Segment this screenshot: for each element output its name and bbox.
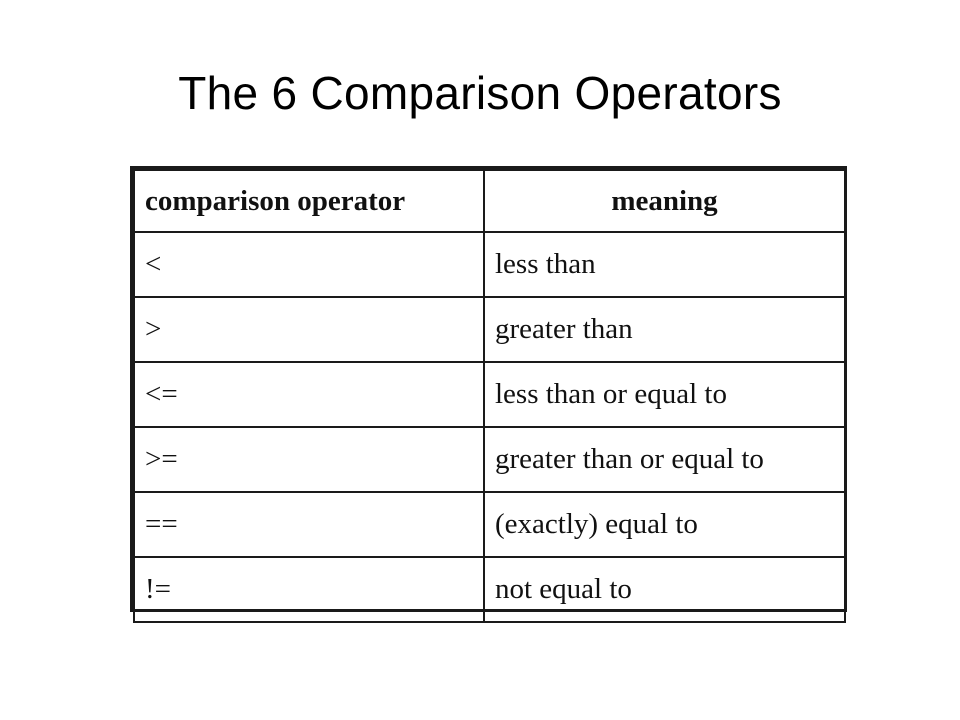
- table-row: != not equal to: [133, 556, 846, 623]
- table-row: <= less than or equal to: [133, 361, 846, 428]
- table-row: > greater than: [133, 296, 846, 363]
- operator-cell: !=: [133, 556, 485, 623]
- slide: The 6 Comparison Operators comparison op…: [0, 0, 960, 720]
- operator-cell: ==: [133, 491, 485, 558]
- header-comparison-operator: comparison operator: [133, 169, 485, 233]
- meaning-cell: less than or equal to: [483, 361, 846, 428]
- table-header-row: comparison operator meaning: [133, 169, 846, 233]
- operator-cell: >: [133, 296, 485, 363]
- slide-title: The 6 Comparison Operators: [178, 67, 782, 119]
- operators-table-frame: comparison operator meaning < less than …: [130, 166, 847, 623]
- meaning-cell: greater than: [483, 296, 846, 363]
- meaning-cell: (exactly) equal to: [483, 491, 846, 558]
- header-meaning: meaning: [483, 169, 846, 233]
- meaning-cell: greater than or equal to: [483, 426, 846, 493]
- operator-cell: <=: [133, 361, 485, 428]
- table-row: < less than: [133, 231, 846, 298]
- operator-cell: <: [133, 231, 485, 298]
- operator-cell: >=: [133, 426, 485, 493]
- meaning-cell: less than: [483, 231, 846, 298]
- comparison-operators-table: comparison operator meaning < less than …: [133, 169, 846, 623]
- table-row: >= greater than or equal to: [133, 426, 846, 493]
- meaning-cell: not equal to: [483, 556, 846, 623]
- table-row: == (exactly) equal to: [133, 491, 846, 558]
